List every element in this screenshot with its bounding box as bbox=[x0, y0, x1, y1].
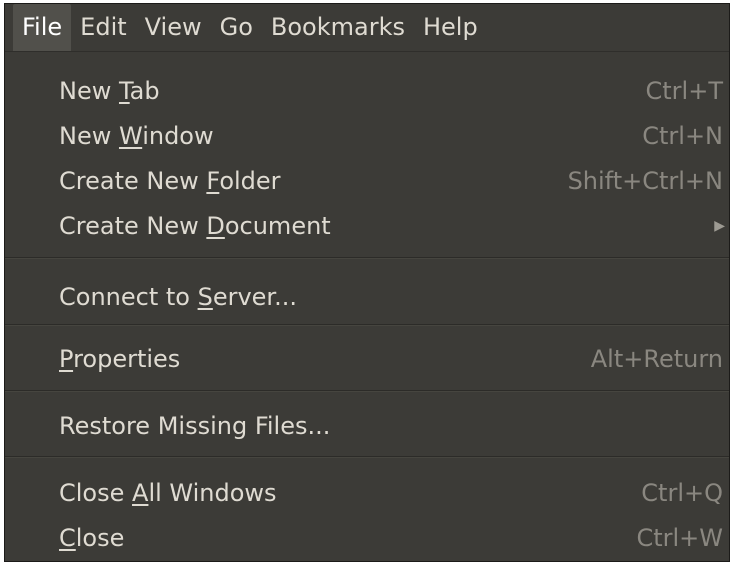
shortcut-label: Ctrl+T bbox=[645, 77, 723, 105]
menu-item-label: Restore Missing Files... bbox=[59, 412, 331, 440]
menu-item-label: Create New Folder bbox=[59, 167, 281, 195]
menu-item-close[interactable]: Close Ctrl+W bbox=[5, 516, 729, 560]
menubar-file[interactable]: File bbox=[13, 4, 72, 51]
menubar-go[interactable]: Go bbox=[211, 4, 262, 51]
shortcut-label: Ctrl+Q bbox=[641, 479, 723, 507]
menu-item-close-all-windows[interactable]: Close All Windows Ctrl+Q bbox=[5, 471, 729, 515]
menu-item-create-new-folder[interactable]: Create New Folder Shift+Ctrl+N bbox=[5, 159, 729, 203]
menu-separator bbox=[5, 257, 729, 259]
shortcut-label: Ctrl+W bbox=[636, 524, 723, 552]
menu-item-create-new-document[interactable]: Create New Document ▶ bbox=[5, 204, 729, 248]
shortcut-label: Alt+Return bbox=[590, 345, 723, 373]
menu-item-connect-to-server[interactable]: Connect to Server... bbox=[5, 275, 729, 319]
menu-item-label: New Tab bbox=[59, 77, 160, 105]
submenu-arrow-icon: ▶ bbox=[714, 218, 725, 234]
menu-item-label: Create New Document bbox=[59, 212, 331, 240]
shortcut-label: Shift+Ctrl+N bbox=[567, 167, 723, 195]
menubar-edit[interactable]: Edit bbox=[71, 4, 135, 51]
menu-item-restore-missing-files[interactable]: Restore Missing Files... bbox=[5, 404, 729, 448]
file-menu: New Tab Ctrl+T New Window Ctrl+N Create … bbox=[5, 51, 729, 561]
menu-item-properties[interactable]: Properties Alt+Return bbox=[5, 337, 729, 381]
menu-item-label: Close All Windows bbox=[59, 479, 277, 507]
app-window: File Edit View Go Bookmarks Help New Tab… bbox=[4, 3, 730, 562]
menu-separator bbox=[5, 324, 729, 326]
menubar-view[interactable]: View bbox=[136, 4, 211, 51]
menu-item-label: Properties bbox=[59, 345, 181, 373]
menu-item-label: New Window bbox=[59, 122, 214, 150]
menu-item-new-tab[interactable]: New Tab Ctrl+T bbox=[5, 69, 729, 113]
shortcut-label: Ctrl+N bbox=[642, 122, 723, 150]
menu-separator bbox=[5, 456, 729, 458]
menu-item-label: Connect to Server... bbox=[59, 283, 297, 311]
menubar-help[interactable]: Help bbox=[414, 4, 487, 51]
menubar-bookmarks[interactable]: Bookmarks bbox=[262, 4, 414, 51]
menu-item-new-window[interactable]: New Window Ctrl+N bbox=[5, 114, 729, 158]
menu-separator bbox=[5, 390, 729, 392]
menubar: File Edit View Go Bookmarks Help bbox=[5, 4, 729, 51]
menu-item-label: Close bbox=[59, 524, 125, 552]
